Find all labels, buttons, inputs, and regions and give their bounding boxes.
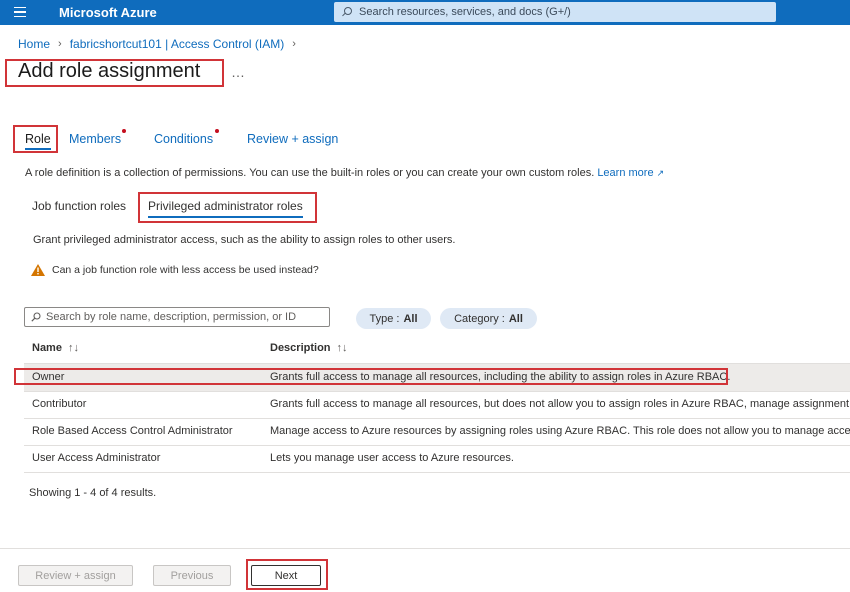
role-description: A role definition is a collection of per… [25, 167, 664, 179]
required-dot-icon [122, 129, 126, 133]
role-description-cell: Grants full access to manage all resourc… [270, 398, 850, 410]
type-filter-value: All [403, 312, 418, 325]
previous-button[interactable]: Previous [153, 565, 231, 586]
tab-review-assign-label: Review + assign [247, 132, 339, 146]
global-search[interactable] [334, 2, 776, 22]
type-filter-pill[interactable]: Type : All [356, 308, 431, 329]
sort-icon: ↑↓ [336, 342, 348, 354]
role-description-cell: Lets you manage user access to Azure res… [270, 452, 514, 464]
required-dot-icon [215, 129, 219, 133]
subtab-job-function[interactable]: Job function roles [32, 199, 126, 213]
breadcrumb: Home › fabricshortcut101 | Access Contro… [18, 37, 296, 51]
type-filter-label: Type : [369, 312, 400, 325]
external-link-icon: ↗ [656, 168, 665, 178]
role-name: Role Based Access Control Administrator [32, 425, 233, 437]
top-bar: Microsoft Azure [0, 0, 850, 25]
tab-review-assign[interactable]: Review + assign [247, 132, 338, 146]
grant-text: Grant privileged administrator access, s… [33, 234, 456, 246]
tab-role-label: Role [25, 132, 51, 146]
chevron-right-icon: › [58, 38, 62, 50]
role-description-text: A role definition is a collection of per… [25, 167, 595, 179]
search-icon [342, 7, 352, 17]
subtab-job-function-label: Job function roles [32, 199, 127, 213]
sort-icon: ↑↓ [67, 342, 79, 354]
menu-icon[interactable] [14, 7, 26, 17]
review-assign-button[interactable]: Review + assign [18, 565, 133, 586]
tab-active-indicator [25, 148, 51, 150]
role-search-input[interactable] [46, 311, 326, 323]
breadcrumb-home[interactable]: Home [18, 37, 50, 51]
learn-more-link[interactable]: Learn more ↗ [597, 167, 664, 179]
role-description-cell: Grants full access to manage all resourc… [270, 371, 731, 383]
warning-icon [31, 264, 45, 276]
results-count: Showing 1 - 4 of 4 results. [29, 487, 157, 499]
global-search-input[interactable] [359, 6, 759, 18]
column-header-name-label: Name [32, 342, 62, 354]
subtab-privileged-admin[interactable]: Privileged administrator roles [148, 199, 303, 218]
tab-conditions-label: Conditions [154, 132, 214, 146]
table-row[interactable]: Role Based Access Control Administrator … [24, 418, 850, 445]
role-name: User Access Administrator [32, 452, 161, 464]
category-filter-value: All [508, 312, 523, 325]
footer-divider [0, 548, 850, 549]
column-header-description-label: Description [270, 342, 331, 354]
learn-more-label: Learn more [597, 167, 654, 179]
role-search[interactable] [24, 307, 330, 327]
tab-members-label: Members [69, 132, 122, 146]
next-button[interactable]: Next [251, 565, 321, 586]
category-filter-label: Category : [454, 312, 505, 325]
role-name: Owner [32, 371, 65, 383]
tab-role[interactable]: Role [25, 132, 51, 150]
warning-text: Can a job function role with less access… [52, 264, 319, 276]
category-filter-pill[interactable]: Category : All [440, 308, 537, 329]
table-divider [24, 472, 850, 473]
tab-members[interactable]: Members [69, 132, 121, 146]
brand-title[interactable]: Microsoft Azure [59, 5, 157, 20]
search-icon [31, 312, 41, 322]
subtab-privileged-admin-label: Privileged administrator roles [148, 199, 303, 213]
warning-message: Can a job function role with less access… [31, 264, 319, 276]
breadcrumb-resource[interactable]: fabricshortcut101 | Access Control (IAM) [70, 37, 285, 51]
subtab-active-indicator [148, 216, 303, 218]
column-header-description[interactable]: Description ↑↓ [270, 342, 348, 354]
more-options-icon[interactable]: … [231, 64, 245, 80]
table-row[interactable]: Owner Grants full access to manage all r… [24, 364, 850, 391]
page-title: Add role assignment [18, 60, 201, 82]
table-row[interactable]: Contributor Grants full access to manage… [24, 391, 850, 418]
role-name: Contributor [32, 398, 87, 410]
column-header-name[interactable]: Name ↑↓ [32, 342, 79, 354]
table-row[interactable]: User Access Administrator Lets you manag… [24, 445, 850, 472]
tab-conditions[interactable]: Conditions [154, 132, 213, 146]
role-description-cell: Manage access to Azure resources by assi… [270, 425, 850, 437]
chevron-right-icon: › [292, 38, 296, 50]
